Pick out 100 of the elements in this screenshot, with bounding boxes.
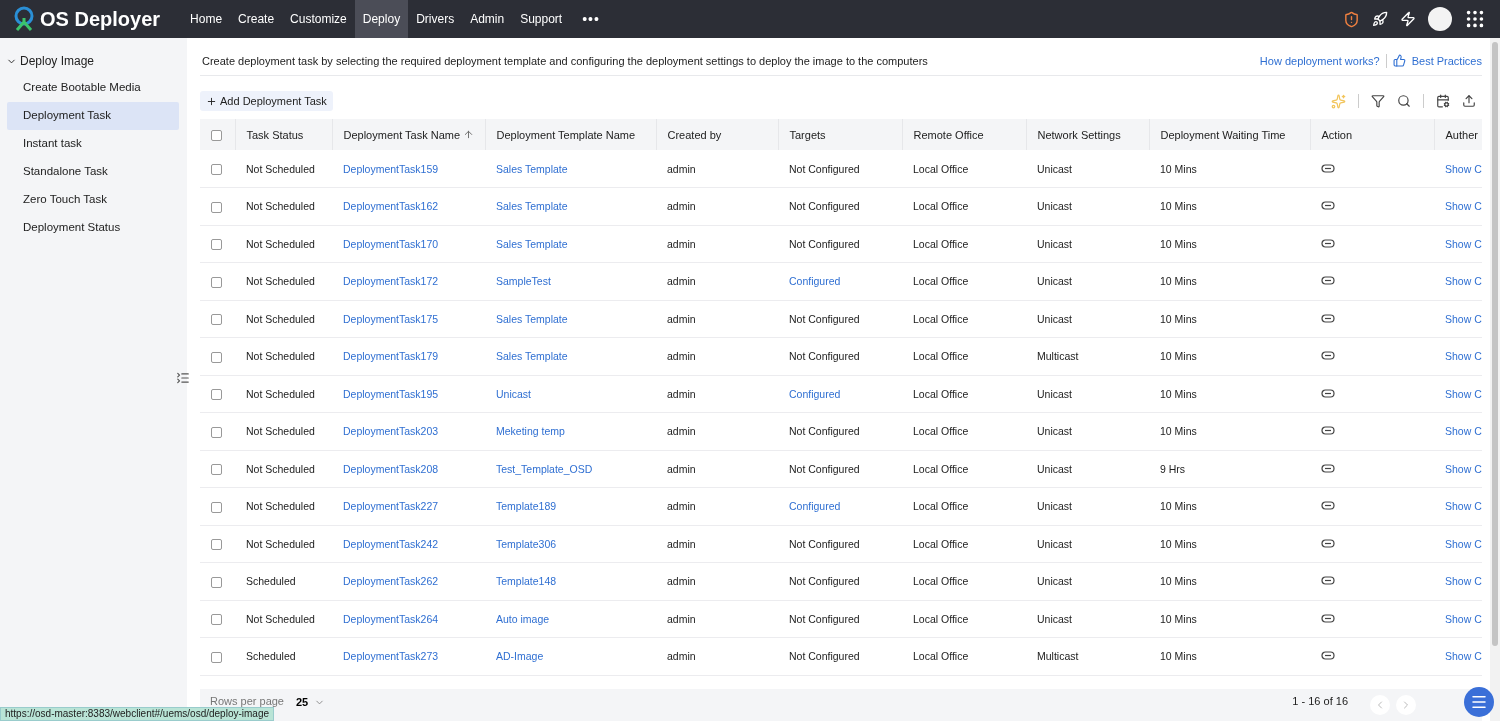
row-checkbox[interactable] (211, 576, 222, 588)
scrollbar[interactable] (1490, 38, 1500, 721)
row-checkbox[interactable] (211, 314, 222, 326)
help-link[interactable]: How deployment works? (1259, 54, 1380, 67)
sidebar-item[interactable]: Instant task (7, 130, 179, 158)
select-all-checkbox[interactable] (211, 129, 222, 141)
lightning-icon[interactable] (1400, 11, 1416, 27)
task-name-link[interactable]: DeploymentTask203 (332, 412, 485, 450)
user-avatar[interactable] (1428, 7, 1452, 31)
template-link[interactable]: Unicast (485, 375, 656, 413)
row-checkbox[interactable] (211, 351, 222, 363)
more-menu[interactable]: ••• (570, 0, 612, 38)
action-icon[interactable] (1321, 313, 1335, 323)
action-icon[interactable] (1321, 238, 1335, 248)
targets-link[interactable]: Configured (778, 375, 902, 413)
template-link[interactable]: Sales Template (485, 300, 656, 338)
action-icon[interactable] (1321, 538, 1335, 548)
task-name-link[interactable]: DeploymentTask195 (332, 375, 485, 413)
row-checkbox[interactable] (211, 651, 222, 663)
column-header[interactable]: Created by (667, 128, 722, 141)
sidebar-item[interactable]: Deployment Status (7, 214, 179, 242)
task-name-link[interactable]: DeploymentTask227 (332, 487, 485, 525)
row-checkbox[interactable] (211, 614, 222, 626)
rocket-icon[interactable] (1372, 11, 1388, 27)
task-name-link[interactable]: DeploymentTask208 (332, 450, 485, 488)
task-name-link[interactable]: DeploymentTask262 (332, 562, 485, 600)
sidebar-item[interactable]: Zero Touch Task (7, 186, 179, 214)
task-name-link[interactable]: DeploymentTask242 (332, 525, 485, 563)
action-icon[interactable] (1321, 388, 1335, 398)
table-cell: Not Configured (778, 600, 902, 638)
filter-icon[interactable] (1371, 94, 1385, 108)
template-link[interactable]: Sales Template (485, 225, 656, 263)
sort-icon[interactable] (462, 129, 474, 140)
row-checkbox[interactable] (211, 276, 222, 288)
sidebar-group-label[interactable]: Deploy Image (20, 54, 95, 68)
sidebar-item[interactable]: Standalone Task (7, 158, 179, 186)
column-header[interactable]: Action (1321, 128, 1353, 141)
template-link[interactable]: AD-Image (485, 637, 656, 675)
task-name-link[interactable]: DeploymentTask172 (332, 262, 485, 300)
row-checkbox[interactable] (211, 539, 222, 551)
template-link[interactable]: Meketing temp (485, 412, 656, 450)
action-icon[interactable] (1321, 201, 1335, 211)
template-link[interactable]: Template148 (485, 562, 656, 600)
action-icon[interactable] (1321, 576, 1335, 586)
action-icon[interactable] (1321, 501, 1335, 511)
shield-icon[interactable] (1343, 10, 1360, 28)
column-settings-icon[interactable] (1436, 94, 1450, 108)
targets-link[interactable]: Configured (778, 487, 902, 525)
nav-tab[interactable]: Admin (462, 0, 513, 38)
apps-grid-icon[interactable] (1464, 8, 1486, 30)
add-task-button[interactable]: Add Deployment Task (200, 91, 333, 111)
nav-tab[interactable]: Create (230, 0, 283, 38)
best-practices-link[interactable]: Best Practices (1411, 54, 1482, 67)
template-link[interactable]: Test_Template_OSD (485, 450, 656, 488)
action-icon[interactable] (1321, 351, 1335, 361)
template-link[interactable]: Sales Template (485, 187, 656, 225)
sidebar-item[interactable]: Create Bootable Media (7, 74, 179, 102)
action-icon[interactable] (1321, 276, 1335, 286)
action-icon[interactable] (1321, 426, 1335, 436)
action-icon[interactable] (1321, 651, 1335, 661)
rows-per-page-select[interactable]: 25 (290, 695, 332, 709)
template-link[interactable]: Sales Template (485, 150, 656, 188)
task-name-link[interactable]: DeploymentTask179 (332, 337, 485, 375)
export-icon[interactable] (1462, 94, 1476, 108)
page-range: 1 - 16 of 16 (1292, 695, 1348, 707)
template-link[interactable]: Template306 (485, 525, 656, 563)
row-checkbox[interactable] (211, 163, 222, 175)
task-name-link[interactable]: DeploymentTask162 (332, 187, 485, 225)
collapse-sidebar-icon[interactable] (176, 371, 190, 385)
targets-link[interactable]: Configured (778, 262, 902, 300)
task-name-link[interactable]: DeploymentTask273 (332, 637, 485, 675)
column-header[interactable]: Targets (789, 128, 826, 141)
template-link[interactable]: Sales Template (485, 337, 656, 375)
nav-tab[interactable]: Drivers (408, 0, 463, 38)
row-checkbox[interactable] (211, 201, 222, 213)
table-cell: Unicast (1026, 487, 1149, 525)
template-link[interactable]: Auto image (485, 600, 656, 638)
task-name-link[interactable]: DeploymentTask175 (332, 300, 485, 338)
table-cell: Local Office (902, 187, 1026, 225)
search-icon[interactable] (1397, 94, 1411, 108)
nav-tab[interactable]: Support (512, 0, 571, 38)
row-checkbox[interactable] (211, 464, 222, 476)
action-icon[interactable] (1321, 163, 1335, 173)
nav-tab[interactable]: Deploy (354, 0, 409, 38)
row-checkbox[interactable] (211, 389, 222, 401)
sidebar-item[interactable]: Deployment Task (7, 102, 179, 130)
template-link[interactable]: Template189 (485, 487, 656, 525)
row-checkbox[interactable] (211, 239, 222, 251)
row-checkbox[interactable] (211, 426, 222, 438)
task-name-link[interactable]: DeploymentTask170 (332, 225, 485, 263)
task-name-link[interactable]: DeploymentTask159 (332, 150, 485, 188)
action-icon[interactable] (1321, 613, 1335, 623)
template-link[interactable]: SampleTest (485, 262, 656, 300)
action-icon[interactable] (1321, 463, 1335, 473)
nav-tab[interactable]: Customize (282, 0, 355, 38)
task-name-link[interactable]: DeploymentTask264 (332, 600, 485, 638)
table-cell: Not Scheduled (235, 150, 332, 188)
table-cell: Not Scheduled (235, 525, 332, 563)
row-checkbox[interactable] (211, 501, 222, 513)
nav-tab[interactable]: Home (182, 0, 231, 38)
